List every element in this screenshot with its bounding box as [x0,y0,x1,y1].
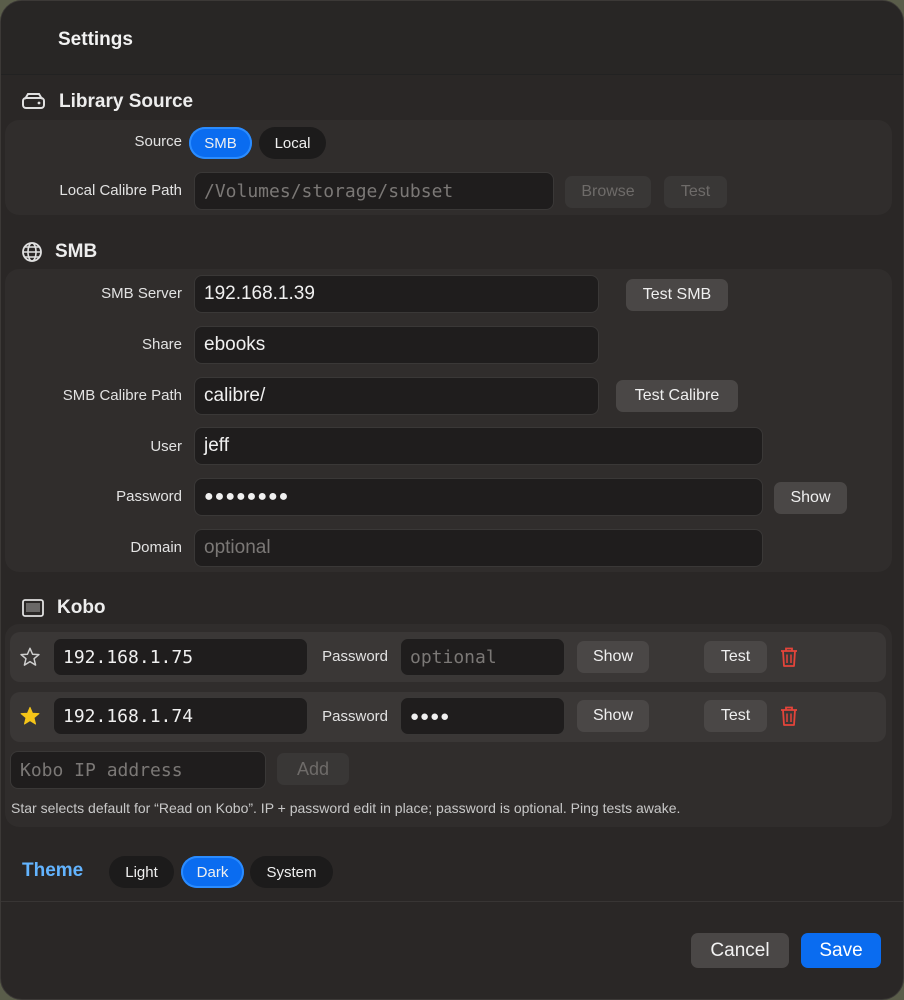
domain-input[interactable]: optional [194,529,763,567]
kobo-password-label: Password [322,648,388,665]
titlebar: Settings [1,1,903,75]
star-filled-icon[interactable] [18,705,42,727]
share-label: Share [141,336,182,353]
user-value: jeff [204,435,230,456]
trash-icon[interactable] [778,645,800,669]
kobo-ip-address-placeholder: Kobo IP address [20,759,183,781]
kobo-test-button[interactable]: Test [704,700,767,732]
kobo-test-button[interactable]: Test [704,641,767,673]
local-calibre-path-label: Local Calibre Path [59,182,182,199]
save-button[interactable]: Save [801,933,881,968]
theme-option-light[interactable]: Light [109,856,174,888]
user-label: User [150,438,182,455]
domain-placeholder: optional [204,537,271,558]
star-outline-icon[interactable] [18,646,42,668]
drive-icon [21,91,47,113]
tablet-icon [21,597,45,619]
kobo-title: Kobo [57,597,106,618]
user-input[interactable]: jeff [194,427,763,465]
theme-label: Theme [22,860,84,881]
source-option-smb[interactable]: SMB [189,127,252,159]
kobo-password-value: ●●●● [410,707,451,725]
kobo-password-label: Password [322,708,388,725]
browse-button[interactable]: Browse [565,176,651,208]
share-value: ebooks [204,334,266,355]
local-calibre-path-placeholder: /Volumes/storage/subset [204,180,454,202]
test-smb-button[interactable]: Test SMB [626,279,728,311]
kobo-password-show-button[interactable]: Show [577,700,649,732]
password-show-button[interactable]: Show [774,482,847,514]
smb-calibre-path-input[interactable]: calibre/ [194,377,599,415]
kobo-password-input[interactable]: ●●●● [400,697,565,735]
smb-calibre-path-value: calibre/ [204,385,266,406]
kobo-heading: Kobo [21,597,106,619]
smb-server-label: SMB Server [101,285,182,302]
kobo-ip-input[interactable]: 192.168.1.74 [53,697,308,735]
kobo-ip-input[interactable]: 192.168.1.75 [53,638,308,676]
kobo-password-show-button[interactable]: Show [577,641,649,673]
kobo-ip-address-input[interactable]: Kobo IP address [10,751,266,789]
smb-server-input[interactable]: 192.168.1.39 [194,275,599,313]
theme-option-dark[interactable]: Dark [181,856,244,888]
kobo-ip-value: 192.168.1.75 [63,646,194,668]
local-calibre-path-input[interactable]: /Volumes/storage/subset [194,172,554,210]
theme-option-system[interactable]: System [250,856,333,888]
share-input[interactable]: ebooks [194,326,599,364]
smb-panel [5,269,892,572]
globe-icon [21,241,43,263]
add-kobo-button[interactable]: Add [277,753,349,785]
kobo-password-input[interactable]: optional [400,638,565,676]
source-option-local[interactable]: Local [259,127,326,159]
smb-calibre-path-label: SMB Calibre Path [62,387,182,404]
library-source-heading: Library Source [21,91,193,113]
password-value: ●●●●●●●● [204,488,290,505]
footer-divider [1,901,903,902]
cancel-button[interactable]: Cancel [691,933,789,968]
kobo-password-placeholder: optional [410,646,497,668]
test-calibre-button[interactable]: Test Calibre [616,380,738,412]
domain-label: Domain [130,539,182,556]
smb-title: SMB [55,241,98,262]
smb-server-value: 192.168.1.39 [204,283,315,304]
kobo-hint-text: Star selects default for “Read on Kobo”.… [11,800,681,816]
smb-heading: SMB [21,241,97,263]
trash-icon[interactable] [778,704,800,728]
source-label: Source [134,133,182,150]
local-test-button[interactable]: Test [664,176,727,208]
password-input[interactable]: ●●●●●●●● [194,478,763,516]
window-title: Settings [58,29,133,50]
library-source-title: Library Source [59,91,194,112]
settings-window: Settings Library Source Source SMB Local… [0,0,904,1000]
password-label: Password [116,488,182,505]
kobo-ip-value: 192.168.1.74 [63,705,194,727]
